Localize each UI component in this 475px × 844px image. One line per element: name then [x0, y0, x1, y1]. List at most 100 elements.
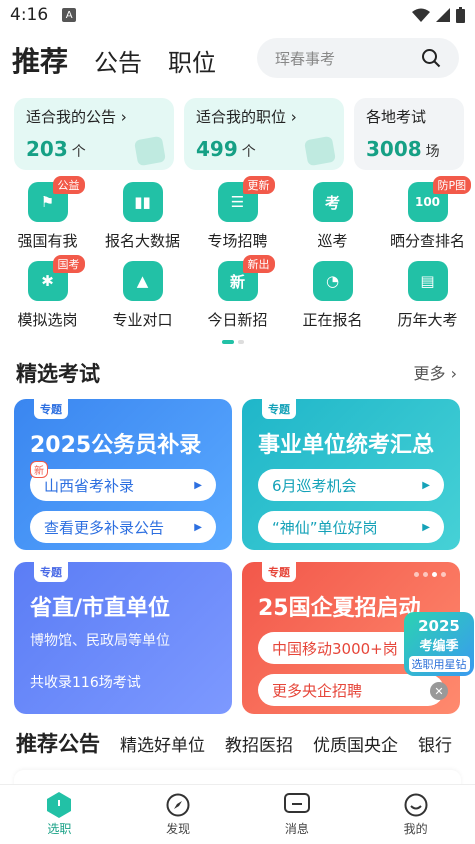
carousel-dots	[414, 572, 446, 577]
summary-cards: 适合我的公告 › 203 个 适合我的职位 › 499 个 各地考试 3008 场	[14, 98, 464, 170]
card-title: 各地考试	[366, 108, 427, 126]
compass-icon	[165, 792, 191, 818]
badge: 更新	[242, 176, 275, 194]
grid-label: 模拟选岗	[17, 311, 78, 329]
pill-june-exam[interactable]: 6月巡考机会 ▶	[258, 469, 444, 501]
grid-label: 历年大考	[397, 311, 458, 329]
exam-doc-icon: 考	[312, 182, 353, 222]
new-badge: 新	[30, 461, 48, 478]
announcement-list-card	[14, 770, 461, 784]
nav-messages[interactable]: 消息	[257, 792, 337, 837]
exam-card-title: 2025公务员补录	[30, 433, 202, 458]
top-header: 推荐 公告 职位 珲春事考	[0, 30, 475, 90]
card-value: 3008 场	[366, 137, 440, 161]
grid-item-major-match[interactable]: ▲ 专业对口	[98, 261, 188, 330]
floating-ad-banner[interactable]: 2025 考编季 选职用星钻	[404, 612, 474, 676]
grid-item-signing-up[interactable]: ◔ 正在报名	[288, 261, 378, 330]
pill-good-positions[interactable]: “神仙”单位好岗 ▶	[258, 511, 444, 543]
grid-item-signup-data[interactable]: ▮▮ 报名大数据	[98, 182, 188, 251]
tab-position[interactable]: 职位	[168, 43, 216, 78]
search-icon[interactable]	[421, 48, 441, 68]
exam-card-provincial-units[interactable]: 专题 省直/市直单位 博物馆、民政局等单位 共收录116场考试	[14, 562, 232, 714]
grid-item-mock-select[interactable]: ✱ 国考 模拟选岗	[3, 255, 93, 330]
home-icon	[46, 792, 72, 818]
exam-card-title: 事业单位统考汇总	[258, 433, 435, 458]
grid-label: 今日新招	[207, 311, 268, 329]
grid-label: 强国有我	[17, 232, 78, 250]
tab-bank[interactable]: 银行	[418, 731, 452, 756]
clock-icon: ◔	[312, 261, 353, 301]
grid-label: 专场招聘	[207, 232, 268, 250]
grid-item-history-exam[interactable]: ▤ 历年大考	[383, 261, 473, 330]
card-decoration-icon	[133, 135, 167, 167]
card-title: 适合我的公告 ›	[26, 108, 127, 126]
status-bar: 4:16 A	[0, 0, 475, 30]
grid-item-special-recruit[interactable]: ☰ 更新 专场招聘	[193, 176, 283, 251]
battery-icon	[456, 7, 465, 23]
graduation-cap-icon: ▲	[122, 261, 163, 301]
notification-a-icon: A	[62, 8, 77, 22]
nav-select-job[interactable]: 选职	[19, 792, 99, 837]
section-title-featured: 精选考试	[16, 362, 100, 386]
exam-card-public-institution[interactable]: 专题 事业单位统考汇总 6月巡考机会 ▶ “神仙”单位好岗 ▶	[242, 399, 460, 550]
close-icon[interactable]: ✕	[430, 682, 448, 700]
tab-announcement[interactable]: 公告	[94, 43, 142, 78]
pill-more-supplement[interactable]: 查看更多补录公告 ▶	[30, 511, 216, 543]
recommend-tabs: 推荐公告 精选好单位 教招医招 优质国央企 银行	[16, 728, 452, 758]
arrow-right-icon: ▶	[194, 479, 202, 491]
grid-label: 巡考	[317, 232, 348, 250]
card-decoration-icon	[303, 135, 337, 167]
card-local-exams[interactable]: 各地考试 3008 场	[354, 98, 464, 170]
topic-tag: 专题	[262, 562, 296, 582]
badge: 防P图	[432, 176, 472, 194]
grid-label: 晒分查排名	[389, 232, 465, 250]
exam-card-title: 省直/市直单位	[30, 596, 171, 621]
topic-tag: 专题	[34, 399, 68, 419]
wifi-icon	[412, 8, 430, 22]
grid-label: 专业对口	[112, 311, 173, 329]
main-content: 适合我的公告 › 203 个 适合我的职位 › 499 个 各地考试 3008 场 ⚑…	[0, 90, 475, 784]
exam-card-footer: 共收录116场考试	[30, 675, 141, 691]
grid-page-indicator	[222, 340, 244, 344]
exam-card-civil-servant[interactable]: 专题 2025公务员补录 新 山西省考补录 ▶ 查看更多补录公告 ▶	[14, 399, 232, 550]
grid-label: 正在报名	[302, 311, 363, 329]
tab-recommend-announcements[interactable]: 推荐公告	[16, 728, 100, 758]
tab-teacher-medical[interactable]: 教招医招	[225, 731, 293, 756]
card-suitable-positions[interactable]: 适合我的职位 › 499 个	[184, 98, 344, 170]
nav-discover[interactable]: 发现	[138, 792, 218, 837]
grid-label: 报名大数据	[104, 232, 180, 250]
search-bar[interactable]: 珲春事考	[257, 38, 459, 78]
badge: 公益	[52, 176, 85, 194]
grid-item-today-new[interactable]: 新 新出 今日新招	[193, 255, 283, 330]
arrow-right-icon: ▶	[422, 479, 430, 491]
badge: 国考	[52, 255, 85, 273]
arrow-right-icon: ▶	[194, 521, 202, 533]
badge: 新出	[242, 255, 275, 273]
status-time: 4:16	[10, 5, 49, 25]
tab-soe[interactable]: 优质国央企	[313, 731, 398, 756]
profile-icon	[403, 792, 429, 818]
pill-shanxi-supplement[interactable]: 新 山西省考补录 ▶	[30, 461, 216, 501]
nav-profile[interactable]: 我的	[376, 792, 456, 837]
grid-item-score-rank[interactable]: 100 防P图 晒分查排名	[383, 176, 473, 251]
arrow-right-icon: ▶	[422, 521, 430, 533]
history-doc-icon: ▤	[407, 261, 448, 301]
message-icon	[283, 792, 310, 818]
exam-card-subtitle: 博物馆、民政局等单位	[30, 633, 170, 649]
feature-grid: ⚑ 公益 强国有我 ▮▮ 报名大数据 ☰ 更新 专场招聘 考 巡考 100 防P…	[0, 176, 475, 340]
chart-icon: ▮▮	[122, 182, 163, 222]
search-input[interactable]: 珲春事考	[275, 48, 335, 69]
tab-good-units[interactable]: 精选好单位	[120, 731, 205, 756]
bottom-nav: 选职 发现 消息 我的	[0, 784, 475, 844]
topic-tag: 专题	[34, 562, 68, 582]
card-suitable-announcements[interactable]: 适合我的公告 › 203 个	[14, 98, 174, 170]
topic-tag: 专题	[262, 399, 296, 419]
card-title: 适合我的职位 ›	[196, 108, 297, 126]
more-link[interactable]: 更多 ›	[414, 360, 458, 384]
pill-more-soe[interactable]: 更多央企招聘	[258, 674, 444, 706]
grid-item-qiangguo[interactable]: ⚑ 公益 强国有我	[3, 176, 93, 251]
status-icons	[412, 7, 465, 23]
grid-item-patrol-exam[interactable]: 考 巡考	[288, 182, 378, 251]
cellular-icon	[436, 8, 450, 22]
tab-recommend[interactable]: 推荐	[12, 40, 68, 80]
